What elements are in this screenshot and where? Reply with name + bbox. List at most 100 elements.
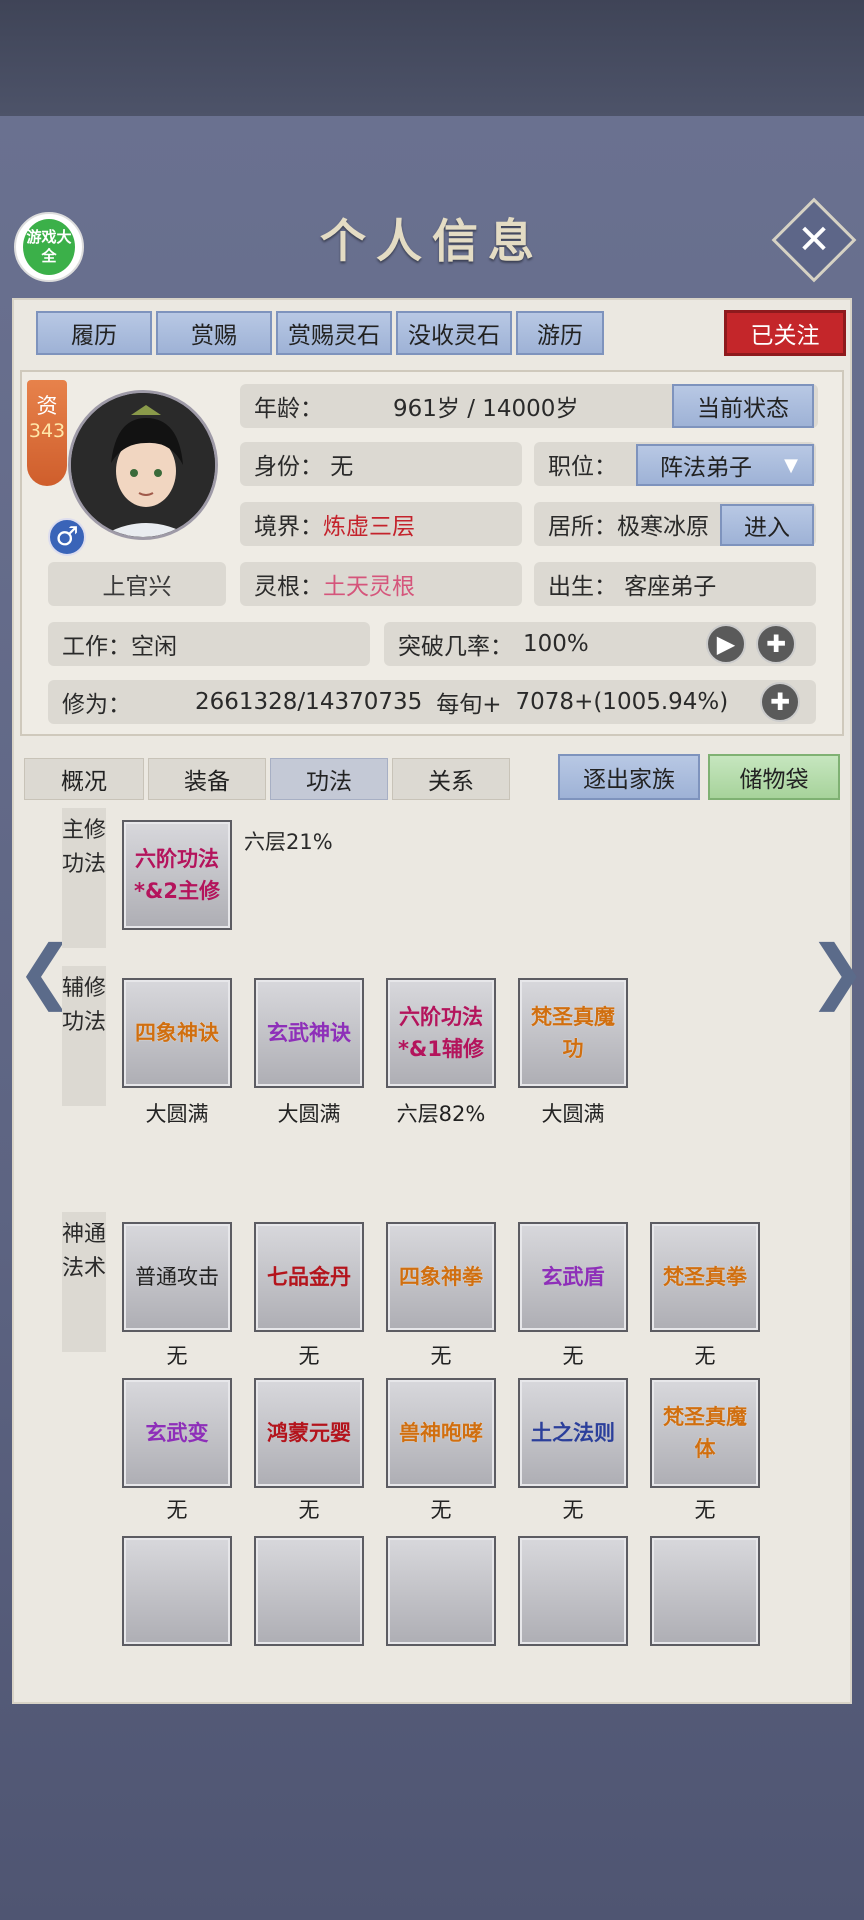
spell-slot[interactable]: 四象神拳 <box>386 1222 496 1332</box>
per-turn-value: 7078+(1005.94%) <box>515 689 729 715</box>
tab-equipment[interactable]: 装备 <box>148 758 266 800</box>
spell-status: 无 <box>694 1344 716 1368</box>
spell-status: 无 <box>430 1344 452 1368</box>
aux-technique-status: 六层82% <box>396 1102 486 1126</box>
current-state-button[interactable]: 当前状态 <box>672 384 814 428</box>
main-technique-slot[interactable]: 六阶功法*&2主修 <box>122 820 232 930</box>
spell-status: 无 <box>166 1344 188 1368</box>
aux-technique-slot[interactable]: 玄武神诀 <box>254 978 364 1088</box>
male-gender-icon: ♂ <box>48 518 86 556</box>
confiscate-stone-button[interactable]: 没收灵石 <box>396 311 512 355</box>
tab-relations[interactable]: 关系 <box>392 758 510 800</box>
spell-status: 无 <box>298 1498 320 1522</box>
empty-spell-slot[interactable] <box>254 1536 364 1646</box>
identity-field: 身份： 无 <box>240 442 522 486</box>
spell-name: 四象神拳 <box>399 1265 483 1289</box>
aptitude-value: 343 <box>28 420 66 442</box>
spell-name: 玄武变 <box>145 1421 209 1445</box>
spell-status: 无 <box>562 1344 584 1368</box>
page-title: 个人信息 <box>320 214 544 268</box>
aux-technique-name: 梵圣真魔功 <box>531 1005 615 1061</box>
main-technique-name: 六阶功法*&2主修 <box>134 847 220 903</box>
aux-technique-label: 辅修功法 <box>62 966 106 1106</box>
aux-technique-slot[interactable]: 六阶功法*&1辅修 <box>386 978 496 1088</box>
age-label: 年龄： <box>254 396 323 422</box>
tab-techniques[interactable]: 功法 <box>270 758 388 800</box>
followed-button[interactable]: 已关注 <box>724 310 846 356</box>
aux-technique-name: 四象神诀 <box>135 1021 219 1045</box>
plus-icon: ✚ <box>765 630 787 658</box>
breakthrough-add-button[interactable]: ✚ <box>756 624 796 664</box>
play-button[interactable]: ▶ <box>706 624 746 664</box>
storage-bag-button[interactable]: 储物袋 <box>708 754 840 800</box>
spell-name: 七品金丹 <box>267 1265 351 1289</box>
empty-spell-slot[interactable] <box>386 1536 496 1646</box>
play-icon: ▶ <box>716 630 736 658</box>
main-technique-progress: 六层21% <box>244 830 333 854</box>
spirit-root-label: 灵根： <box>254 574 323 600</box>
spell-status: 无 <box>298 1344 320 1368</box>
breakthrough-value: 100% <box>523 631 589 657</box>
realm-field: 境界： 炼虚三层 <box>240 502 522 546</box>
close-icon: ✕ <box>797 217 831 263</box>
position-dropdown[interactable]: 阵法弟子 ▼ <box>636 444 814 486</box>
avatar[interactable] <box>68 390 218 540</box>
main-technique-label: 主修功法 <box>62 808 106 948</box>
chevron-down-icon: ▼ <box>784 454 798 476</box>
spell-status: 无 <box>166 1498 188 1522</box>
reward-stone-button[interactable]: 赏赐灵石 <box>276 311 392 355</box>
spell-name: 梵圣真拳 <box>663 1265 747 1289</box>
spell-slot[interactable]: 梵圣真拳 <box>650 1222 760 1332</box>
spell-slot[interactable]: 玄武盾 <box>518 1222 628 1332</box>
expel-button[interactable]: 逐出家族 <box>558 754 700 800</box>
spirit-root-value: 土天灵根 <box>323 574 415 600</box>
spell-name: 土之法则 <box>531 1421 615 1445</box>
reward-button[interactable]: 赏赐 <box>156 311 272 355</box>
character-portrait-icon <box>71 393 215 537</box>
realm-label: 境界： <box>254 514 323 540</box>
tab-overview[interactable]: 概况 <box>24 758 144 800</box>
spell-slot[interactable]: 普通攻击 <box>122 1222 232 1332</box>
aux-technique-slot[interactable]: 梵圣真魔功 <box>518 978 628 1088</box>
empty-spell-slot[interactable] <box>122 1536 232 1646</box>
aptitude-tag: 资 343 <box>27 380 67 486</box>
spell-status: 无 <box>562 1498 584 1522</box>
position-value: 阵法弟子 <box>660 455 752 481</box>
age-value: 961岁 / 14000岁 <box>393 396 579 422</box>
spell-slot[interactable]: 梵圣真魔体 <box>650 1378 760 1488</box>
breakthrough-field: 突破几率： 100% <box>384 622 816 666</box>
resume-button[interactable]: 履历 <box>36 311 152 355</box>
plus-icon: ✚ <box>769 688 791 716</box>
empty-spell-slot[interactable] <box>650 1536 760 1646</box>
aux-technique-status: 大圆满 <box>277 1102 341 1126</box>
aptitude-label: 资 <box>36 394 58 418</box>
spell-slot[interactable]: 土之法则 <box>518 1378 628 1488</box>
per-turn-label: 每旬+ <box>436 692 502 718</box>
spell-name: 梵圣真魔体 <box>663 1405 747 1461</box>
aux-technique-slot[interactable]: 四象神诀 <box>122 978 232 1088</box>
cultivation-field: 修为： 2661328/14370735 每旬+ 7078+(1005.94%) <box>48 680 816 724</box>
spell-name: 鸿蒙元婴 <box>267 1421 351 1445</box>
aux-technique-status: 大圆满 <box>541 1102 605 1126</box>
top-bar <box>0 0 864 119</box>
aux-technique-name: 六阶功法*&1辅修 <box>398 1005 484 1061</box>
aux-technique-status: 大圆满 <box>145 1102 209 1126</box>
travel-button[interactable]: 游历 <box>516 311 604 355</box>
cultivation-add-button[interactable]: ✚ <box>760 682 800 722</box>
spell-slot[interactable]: 七品金丹 <box>254 1222 364 1332</box>
position-label: 职位： <box>548 454 617 480</box>
spirit-root-field: 灵根： 土天灵根 <box>240 562 522 606</box>
cultivation-value: 2661328/14370735 <box>195 689 423 715</box>
next-arrow-icon[interactable]: ❯ <box>808 930 864 1012</box>
spell-name: 普通攻击 <box>135 1265 219 1289</box>
spell-slot[interactable]: 兽神咆哮 <box>386 1378 496 1488</box>
character-name: 上官兴 <box>48 562 226 606</box>
spell-name: 兽神咆哮 <box>399 1421 483 1445</box>
aux-technique-name: 玄武神诀 <box>267 1021 351 1045</box>
spell-name: 玄武盾 <box>541 1265 605 1289</box>
spell-slot[interactable]: 玄武变 <box>122 1378 232 1488</box>
spell-status: 无 <box>694 1498 716 1522</box>
empty-spell-slot[interactable] <box>518 1536 628 1646</box>
spell-slot[interactable]: 鸿蒙元婴 <box>254 1378 364 1488</box>
enter-button[interactable]: 进入 <box>720 504 814 546</box>
